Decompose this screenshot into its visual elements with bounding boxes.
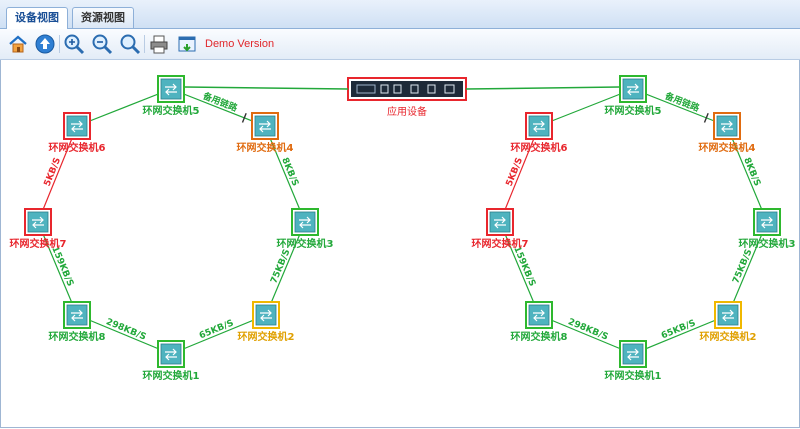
toolbar-separator (144, 35, 145, 53)
switch-label: 环网交换机5 (605, 104, 662, 117)
switch-node-s4[interactable]: 环网交换机4 (699, 112, 756, 154)
zoom-out-icon (92, 34, 113, 55)
switch-node-s6[interactable]: 环网交换机6 (511, 112, 568, 154)
ring-network-1: 备用链路8KB/S75KB/S65KB/S298KB/S159KB/S5KB/S… (10, 75, 334, 382)
ring-link-s4-s3[interactable] (264, 125, 306, 223)
toolbar-separator (59, 35, 60, 53)
switch-icon (528, 115, 550, 137)
tab-device-view[interactable]: 设备视图 (6, 7, 68, 29)
switch-label: 环网交换机4 (237, 141, 294, 154)
switch-label: 环网交换机3 (277, 237, 334, 250)
switch-label: 环网交换机8 (511, 330, 568, 343)
switch-node-s1[interactable]: 环网交换机1 (605, 340, 662, 382)
switch-icon (717, 304, 739, 326)
switch-label: 环网交换机7 (10, 237, 67, 250)
zoom-fit-icon (120, 34, 141, 55)
zoom-fit-button[interactable] (119, 33, 141, 55)
switch-node-s4[interactable]: 环网交换机4 (237, 112, 294, 154)
link-rate-label: 备用链路 (200, 89, 240, 114)
switch-icon (160, 78, 182, 100)
export-button[interactable] (176, 33, 198, 55)
switch-icon (294, 211, 316, 233)
switch-label: 环网交换机1 (605, 369, 662, 382)
ring-link-s4-s3[interactable] (726, 125, 768, 223)
switch-label: 环网交换机6 (49, 141, 106, 154)
toolbar: Demo Version (0, 29, 800, 60)
switch-icon (622, 78, 644, 100)
demo-version-label: Demo Version (205, 38, 275, 50)
zoom-out-button[interactable] (91, 33, 113, 55)
link-rate-label: 8KB/S (741, 156, 762, 187)
print-button[interactable] (148, 33, 170, 55)
tab-bar: 设备视图 资源视图 (0, 0, 800, 29)
link-rate-label: 65KB/S (198, 318, 235, 341)
switch-node-s2[interactable]: 环网交换机2 (238, 301, 295, 343)
application-device[interactable]: 应用设备 (347, 77, 467, 118)
tab-resource-view[interactable]: 资源视图 (72, 7, 134, 28)
zoom-in-icon (64, 34, 85, 55)
switch-label: 环网交换机3 (739, 237, 796, 250)
link-rate-label: 65KB/S (660, 318, 697, 341)
link-rate-label: 备用链路 (662, 89, 702, 114)
link-rate-label: 159KB/S (49, 245, 75, 288)
uplink-line[interactable] (465, 86, 620, 90)
topology-canvas[interactable]: 应用设备 备用链路 8KB/S 75KB/S 65KB/S 298KB/S 159KB/S 5… (0, 60, 800, 428)
up-icon (35, 34, 55, 54)
switch-icon (716, 115, 738, 137)
uplink-line[interactable] (184, 86, 349, 90)
device-label: 应用设备 (387, 105, 427, 118)
switch-node-s3[interactable]: 环网交换机3 (277, 208, 334, 250)
switch-node-s8[interactable]: 环网交换机8 (49, 301, 106, 343)
switch-icon (622, 343, 644, 365)
switch-icon (66, 304, 88, 326)
print-icon (150, 35, 168, 54)
home-icon (9, 35, 27, 53)
switch-icon (254, 115, 276, 137)
up-button[interactable] (34, 33, 56, 55)
link-rate-label: 5KB/S (43, 156, 64, 187)
switch-node-s8[interactable]: 环网交换机8 (511, 301, 568, 343)
link-rate-label: 159KB/S (511, 245, 537, 288)
zoom-in-button[interactable] (63, 33, 85, 55)
switch-icon (160, 343, 182, 365)
switch-label: 环网交换机2 (700, 330, 757, 343)
home-button[interactable] (7, 33, 29, 55)
switch-node-s6[interactable]: 环网交换机6 (49, 112, 106, 154)
switch-node-s1[interactable]: 环网交换机1 (143, 340, 200, 382)
switch-node-s7[interactable]: 环网交换机7 (472, 208, 529, 250)
switch-label: 环网交换机6 (511, 141, 568, 154)
switch-label: 环网交换机8 (49, 330, 106, 343)
device-chassis (351, 81, 463, 97)
switch-icon (489, 211, 511, 233)
link-rate-label: 298KB/S (566, 317, 609, 342)
link-rate-label: 298KB/S (104, 317, 147, 342)
switch-label: 环网交换机2 (238, 330, 295, 343)
link-rate-label: 5KB/S (505, 156, 526, 187)
switch-label: 环网交换机5 (143, 104, 200, 117)
ring-link-s7-s6[interactable] (499, 125, 540, 223)
topology-diagram: 应用设备备用链路8KB/S75KB/S65KB/S298KB/S159KB/S5… (10, 75, 796, 382)
ring-network-2: 备用链路8KB/S75KB/S65KB/S298KB/S159KB/S5KB/S… (472, 75, 796, 382)
switch-node-s7[interactable]: 环网交换机7 (10, 208, 67, 250)
switch-icon (255, 304, 277, 326)
switch-label: 环网交换机4 (699, 141, 756, 154)
switch-icon (27, 211, 49, 233)
switch-icon (756, 211, 778, 233)
switch-node-s2[interactable]: 环网交换机2 (700, 301, 757, 343)
switch-label: 环网交换机1 (143, 369, 200, 382)
ring-link-s7-s6[interactable] (37, 125, 78, 223)
export-icon (178, 36, 196, 52)
switch-node-s3[interactable]: 环网交换机3 (739, 208, 796, 250)
switch-label: 环网交换机7 (472, 237, 529, 250)
link-rate-label: 8KB/S (279, 156, 300, 187)
switch-icon (66, 115, 88, 137)
switch-icon (528, 304, 550, 326)
